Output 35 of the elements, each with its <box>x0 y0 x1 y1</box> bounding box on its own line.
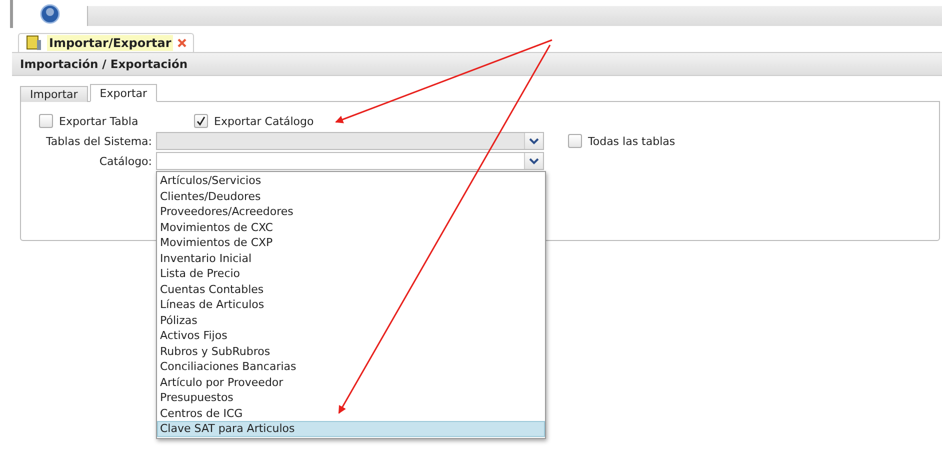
list-item[interactable]: Movimientos de CXC <box>157 220 545 235</box>
tab[interactable]: Importar <box>20 86 88 102</box>
checkbox[interactable] <box>194 114 208 128</box>
close-icon[interactable] <box>177 38 188 48</box>
app-tab[interactable]: Importar/Exportar <box>18 33 194 52</box>
list-item[interactable]: Rubros y SubRubros <box>157 344 545 359</box>
list-item[interactable]: Artículos/Servicios <box>157 173 545 188</box>
field-label: Catálogo: <box>98 154 153 168</box>
panel-title: Importación / Exportación <box>12 52 942 76</box>
app-tab-label: Importar/Exportar <box>47 35 174 51</box>
list-item[interactable]: Activos Fijos <box>157 328 545 344</box>
checkbox-label: Todas las tablas <box>588 134 676 148</box>
list-item[interactable]: Movimientos de CXP <box>157 235 545 250</box>
list-item[interactable]: Cuentas Contables <box>157 282 545 297</box>
field-label: Tablas del Sistema: <box>45 134 153 148</box>
chevron-down-icon <box>529 138 539 144</box>
list-item[interactable]: Proveedores/Acreedores <box>157 204 545 220</box>
checkbox-label: Exportar Tabla <box>59 114 138 128</box>
logo-icon <box>40 4 60 24</box>
tab[interactable]: Exportar <box>90 84 158 102</box>
list-item[interactable]: Centros de ICG <box>157 406 545 421</box>
list-item[interactable]: Conciliaciones Bancarias <box>157 359 545 374</box>
list-item[interactable]: Clave SAT para Articulos <box>157 421 545 436</box>
checkbox-label: Exportar Catálogo <box>214 114 314 128</box>
chevron-down-icon <box>529 158 539 164</box>
document-icon <box>25 35 43 51</box>
list-item[interactable]: Artículo por Proveedor <box>157 374 545 390</box>
list-item[interactable]: Líneas de Articulos <box>157 297 545 312</box>
checkbox[interactable] <box>39 114 53 128</box>
list-item[interactable]: Clientes/Deudores <box>157 188 545 204</box>
list-item[interactable]: Inventario Inicial <box>157 250 545 266</box>
list-item[interactable]: Pólizas <box>157 312 545 328</box>
list-item[interactable]: Lista de Precio <box>157 266 545 282</box>
checkbox[interactable] <box>568 134 582 148</box>
list-item[interactable]: Presupuestos <box>157 390 545 406</box>
